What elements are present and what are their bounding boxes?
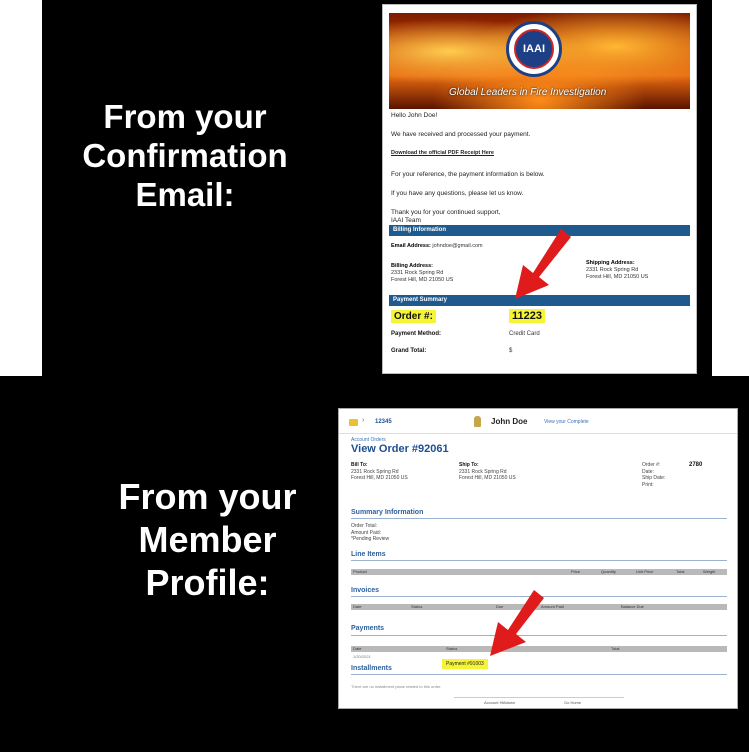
ship-to-line: Forest Hill, MD 21050 US <box>459 475 516 481</box>
payment-method-label: Payment Method: <box>391 331 442 337</box>
email-greeting: Hello John Doe! <box>391 112 438 119</box>
summary-section-title: Summary Information <box>351 509 424 516</box>
banner-tagline: Global Leaders in Fire Investigation <box>449 87 607 98</box>
email-address-value: johndoe@gmail.com <box>432 243 483 249</box>
user-icon <box>474 416 481 427</box>
email-address-label: Email Address: <box>391 243 431 249</box>
grand-total-label: Grand Total: <box>391 348 427 354</box>
section-rule <box>351 674 727 675</box>
email-reference-line: For your reference, the payment informat… <box>391 171 545 178</box>
ship-to-line: 2331 Rock Spring Rd <box>459 468 507 475</box>
summary-line: *Pending Review <box>351 536 390 542</box>
page-title: View Order #92061 <box>351 443 449 455</box>
red-arrow-icon <box>490 590 544 656</box>
section-rule <box>351 560 727 561</box>
email-signature: IAAI Team <box>391 217 421 224</box>
bill-to-label: Bill To: <box>351 462 368 468</box>
column-header: Date <box>353 646 362 651</box>
column-header: Status <box>411 604 423 609</box>
billing-address-block: Billing Address: 2331 Rock Spring Rd For… <box>391 263 453 284</box>
email-address-row: Email Address: johndoe@gmail.com <box>391 243 483 250</box>
bill-to-line: Forest Hill, MD 21050 US <box>351 475 408 481</box>
caption-member-profile: From your Member Profile: <box>75 475 340 605</box>
footer-tab[interactable]: Account Hi8down <box>484 700 515 705</box>
profile-username[interactable]: John Doe <box>491 417 527 426</box>
points-counter: 12345 <box>375 419 392 425</box>
payments-section-title: Payments <box>351 625 385 632</box>
column-header: Total <box>611 646 620 651</box>
invoices-section-title: Invoices <box>351 587 380 594</box>
column-header: Balance Due <box>621 604 644 609</box>
column-header: Price <box>571 569 581 574</box>
grand-total-value: $ <box>509 348 513 354</box>
chevron-right-icon: › <box>362 417 365 424</box>
caption-line: Member <box>138 519 277 561</box>
billing-address-line: 2331 Rock Spring Rd <box>391 269 444 276</box>
member-profile-screenshot: › 12345 John Doe View your Complete Acco… <box>338 408 738 709</box>
billing-address-label: Billing Address: <box>391 263 433 269</box>
bill-to-block: Bill To: 2331 Rock Spring Rd Forest Hill… <box>351 462 408 482</box>
ship-to-block: Ship To: 2331 Rock Spring Rd Forest Hill… <box>459 462 516 482</box>
summary-lines: Order Total: Amount Paid: *Pending Revie… <box>351 523 389 543</box>
email-received-line: We have received and processed your paym… <box>391 131 531 138</box>
summary-line: Order Total: <box>351 523 378 529</box>
installments-section-title: Installments <box>351 665 392 672</box>
column-header: Weight <box>703 569 716 574</box>
order-meta-label: Order #: <box>642 462 661 468</box>
confirmation-email-screenshot: IAAI Global Leaders in Fire Investigatio… <box>382 4 697 374</box>
profile-footer-tabs: Account Hi8down Go Home <box>454 697 624 708</box>
line-items-header-row: Product Price Quantity Unit Price Total … <box>351 569 727 575</box>
order-number-label: Order #: <box>391 310 436 323</box>
email-thanks-line: Thank you for your continued support, <box>391 209 501 216</box>
payment-method-value: Credit Card <box>509 331 540 337</box>
order-meta-label: Date: <box>642 468 654 475</box>
receipt-download-link[interactable]: Download the official PDF Receipt Here <box>391 150 494 156</box>
payment-date: 1/20/2021 <box>353 654 371 659</box>
order-meta-label: Print: <box>642 481 654 488</box>
summary-line: Amount Paid: <box>351 529 382 536</box>
column-header: Product <box>353 569 367 574</box>
ship-to-label: Ship To: <box>459 462 479 468</box>
line-items-section-title: Line Items <box>351 551 386 558</box>
shipping-address-line: Forest Hill, MD 21050 US <box>586 273 649 280</box>
order-meta-labels: Order #: Date: Ship Date: Print: <box>642 462 665 488</box>
section-rule <box>351 518 727 519</box>
profile-topbar: › 12345 John Doe View your Complete <box>339 409 737 434</box>
email-banner: IAAI Global Leaders in Fire Investigatio… <box>389 13 690 109</box>
column-header: Status <box>446 646 458 651</box>
order-meta-value: 2780 <box>689 462 703 468</box>
view-profile-link[interactable]: View your Complete <box>544 419 589 425</box>
email-questions-line: If you have any questions, please let us… <box>391 190 524 197</box>
shipping-address-line: 2331 Rock Spring Rd <box>586 266 639 273</box>
column-header: Date <box>353 604 362 609</box>
column-header: Quantity <box>601 569 616 574</box>
red-arrow-icon <box>515 229 571 299</box>
column-header: Total <box>676 569 685 574</box>
folder-icon[interactable] <box>349 419 358 426</box>
shipping-address-label: Shipping Address: <box>586 260 635 266</box>
logo-text: IAAI <box>514 29 554 69</box>
iaai-logo: IAAI <box>506 21 562 77</box>
bill-to-line: 2331 Rock Spring Rd <box>351 468 399 475</box>
order-meta-label: Ship Date: <box>642 475 666 481</box>
order-number-value: 11223 <box>509 309 545 323</box>
caption-line: Confirmation <box>82 136 288 174</box>
caption-line: From your <box>118 476 297 517</box>
shipping-address-block: Shipping Address: 2331 Rock Spring Rd Fo… <box>586 260 648 281</box>
caption-confirmation-email: From your Confirmation Email: <box>40 98 330 215</box>
installments-note: There are no installment plans related t… <box>351 684 442 689</box>
column-header: Unit Price <box>636 569 654 574</box>
caption-line: Profile: <box>145 562 270 604</box>
billing-address-line: Forest Hill, MD 21050 US <box>391 276 454 283</box>
footer-tab[interactable]: Go Home <box>564 700 581 705</box>
caption-line: From your <box>103 98 267 135</box>
caption-line: Email: <box>135 175 235 213</box>
